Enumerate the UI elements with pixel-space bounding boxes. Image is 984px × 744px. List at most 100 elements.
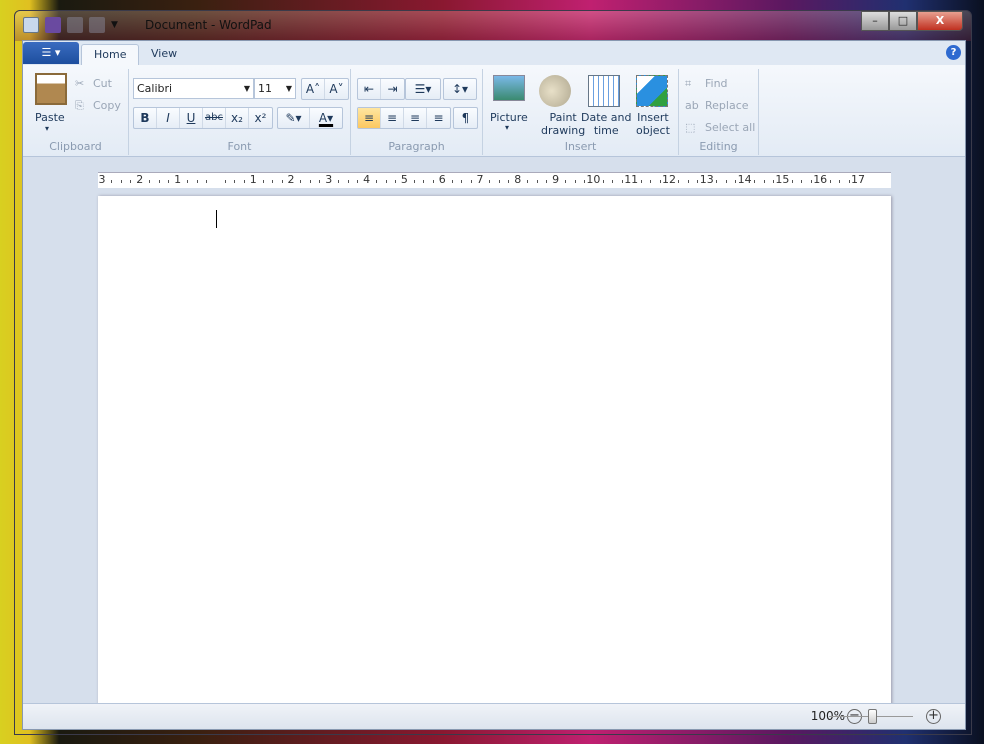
minimize-button[interactable]: –: [861, 11, 889, 31]
ruler-tick: [810, 180, 812, 183]
wordpad-window: ▼ Document - WordPad – □ X ☰ ▾ Home View…: [14, 10, 972, 735]
ruler-label: 11: [624, 173, 639, 186]
font-color-icon[interactable]: A▾: [310, 108, 342, 128]
customize-qat-chevron-icon[interactable]: ▼: [111, 20, 118, 30]
ruler-tick: [423, 180, 425, 183]
justify-icon[interactable]: ≡: [427, 108, 450, 128]
client-area: ☰ ▾ Home View ? Paste ▾ ✂ Cut ⎘ Copy Cli…: [22, 40, 966, 730]
tab-home[interactable]: Home: [81, 44, 140, 66]
shrink-font-icon[interactable]: A˅: [325, 79, 348, 99]
ruler-tick: [168, 180, 170, 183]
ruler-tick: [347, 180, 349, 183]
tab-view[interactable]: View: [139, 44, 189, 66]
picture-icon[interactable]: [493, 75, 525, 101]
group-label: Clipboard: [49, 140, 102, 153]
document-page[interactable]: [98, 196, 891, 716]
align-center-icon[interactable]: ≡: [381, 108, 404, 128]
ruler-tick: [413, 180, 415, 183]
font-size-buttons: A˄ A˅: [301, 78, 349, 100]
binoculars-icon: ⌗: [685, 77, 692, 90]
font-size-dropdown[interactable]: 11 ▼: [254, 78, 296, 99]
ruler-tick: [621, 180, 623, 183]
ruler-label: 3: [98, 173, 106, 186]
increase-indent-icon[interactable]: ⇥: [381, 79, 404, 99]
ruler-label: 1: [174, 173, 182, 186]
application-menu-button[interactable]: ☰ ▾: [23, 42, 79, 64]
paint-label: Paint: [549, 111, 577, 124]
ruler-tick: [243, 180, 245, 183]
cut-button[interactable]: Cut: [93, 77, 112, 90]
date-and-time-button[interactable]: Date and time: [581, 111, 631, 137]
ruler-tick: [262, 180, 264, 183]
picture-chevron-icon[interactable]: ▾: [505, 123, 509, 132]
undo-icon[interactable]: [67, 17, 83, 33]
superscript-button[interactable]: x²: [249, 108, 272, 128]
paint-drawing-button[interactable]: Paint drawing: [541, 111, 585, 137]
grow-font-icon[interactable]: A˄: [302, 79, 325, 99]
zoom-slider-thumb[interactable]: [868, 709, 877, 724]
drawing-label: drawing: [541, 124, 586, 137]
ruler-tick: [602, 180, 604, 183]
select-all-button[interactable]: Select all: [705, 121, 755, 134]
ruler-tick: [612, 180, 614, 183]
save-icon[interactable]: [45, 17, 61, 33]
bold-button[interactable]: B: [134, 108, 157, 128]
redo-icon[interactable]: [89, 17, 105, 33]
paste-icon[interactable]: [35, 73, 67, 105]
font-family-dropdown[interactable]: Calibri ▼: [133, 78, 254, 99]
ruler-tick: [640, 180, 642, 183]
wordpad-app-icon[interactable]: [23, 17, 39, 33]
ruler-tick: [565, 180, 567, 183]
ruler-tick: [583, 180, 585, 183]
font-size-value: 11: [258, 82, 272, 95]
insert-object-icon[interactable]: [636, 75, 668, 107]
ruler-tick: [451, 180, 453, 183]
copy-button[interactable]: Copy: [93, 99, 121, 112]
ruler-tick: [319, 180, 321, 183]
align-left-icon[interactable]: ≡: [358, 108, 381, 128]
object-label: object: [636, 124, 670, 137]
maximize-button[interactable]: □: [889, 11, 917, 31]
subscript-button[interactable]: x₂: [226, 108, 249, 128]
zoom-in-button[interactable]: +: [926, 709, 941, 724]
strikethrough-button[interactable]: abc: [203, 108, 226, 128]
align-right-icon[interactable]: ≡: [404, 108, 427, 128]
cut-icon: ✂: [75, 77, 85, 90]
ruler-tick: [224, 180, 226, 183]
ruler[interactable]: 3 2 1 1 2 3 4 5 6 7 8 9 10 11 12 13 14 15 16 17: [98, 172, 891, 188]
underline-button[interactable]: U: [180, 108, 203, 128]
paragraph-icon[interactable]: ¶: [454, 108, 477, 128]
highlight-color-icon[interactable]: ✎▾: [278, 108, 310, 128]
ruler-tick: [546, 180, 548, 183]
italic-button[interactable]: I: [157, 108, 180, 128]
line-spacing-icon[interactable]: ↕▾: [444, 79, 476, 99]
alignment-buttons: ≡ ≡ ≡ ≡: [357, 107, 451, 129]
ruler-label: 14: [737, 173, 752, 186]
ruler-tick: [432, 180, 434, 183]
replace-button[interactable]: Replace: [705, 99, 749, 112]
ruler-tick: [536, 180, 538, 183]
date-label: Date and: [581, 111, 632, 124]
title-bar: ▼ Document - WordPad – □ X: [15, 11, 971, 41]
decrease-indent-icon[interactable]: ⇤: [358, 79, 381, 99]
font-group: Calibri ▼ 11 ▼ A˄ A˅ B I U abc x₂ x² ✎▾ A▾ F…: [129, 69, 351, 155]
ruler-tick: [735, 180, 737, 183]
paste-chevron-icon[interactable]: ▾: [45, 124, 49, 133]
ruler-tick: [272, 180, 274, 183]
ruler-tick: [697, 180, 699, 183]
insert-object-button[interactable]: Insert object: [636, 111, 670, 137]
ruler-tick: [120, 180, 122, 183]
find-button[interactable]: Find: [705, 77, 728, 90]
help-icon[interactable]: ?: [946, 45, 961, 60]
close-button[interactable]: X: [917, 11, 963, 31]
ruler-label: 15: [775, 173, 790, 186]
paint-palette-icon[interactable]: [539, 75, 571, 107]
calendar-clock-icon[interactable]: [588, 75, 620, 107]
ruler-tick: [687, 180, 689, 183]
select-all-icon: ⬚: [685, 121, 696, 134]
paste-button[interactable]: Paste: [35, 111, 65, 124]
ruler-tick: [839, 180, 841, 183]
ruler-tick: [196, 180, 198, 183]
bullet-list-icon[interactable]: ☰▾: [406, 79, 440, 99]
ruler-tick: [498, 180, 500, 183]
